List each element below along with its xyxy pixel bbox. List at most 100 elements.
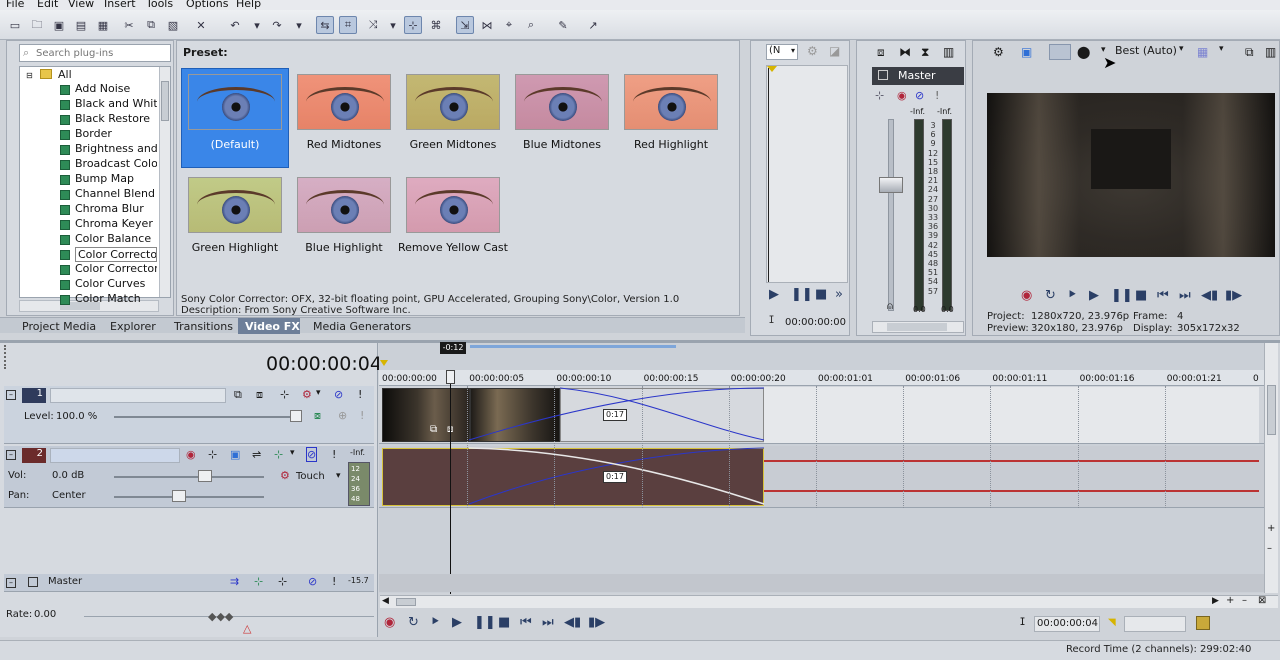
mixer-downmix-icon[interactable]: ⧗ <box>921 45 929 60</box>
scroll-right-icon[interactable]: ▶ <box>1212 596 1219 606</box>
delete-icon[interactable]: ✕ <box>192 16 210 34</box>
mixer-fx-icon[interactable]: ⧓ <box>899 45 911 59</box>
pause-icon[interactable]: ❚❚ <box>474 615 496 630</box>
preset-thumbnail[interactable] <box>406 177 500 233</box>
zoom-out-time-icon[interactable]: – <box>1242 595 1247 606</box>
video-mute-icon[interactable]: ⊘ <box>334 388 343 401</box>
automation-gear-icon[interactable]: ⚙ <box>280 469 290 482</box>
preset-thumbnail[interactable] <box>515 74 609 130</box>
chevron-down-icon[interactable]: ▾ <box>336 471 341 481</box>
mixer-meters-icon[interactable]: ▥ <box>943 45 954 59</box>
master-fader-handle[interactable] <box>879 177 903 193</box>
preset-thumbnail[interactable] <box>297 177 391 233</box>
play-icon[interactable]: ▶ <box>769 287 779 302</box>
pan-slider-handle[interactable] <box>172 490 186 502</box>
preset-thumbnail[interactable] <box>624 74 718 130</box>
mixer-hscrollbar[interactable] <box>872 321 964 333</box>
save-icon[interactable]: ▣ <box>50 16 68 34</box>
copy-icon[interactable]: ⧉ <box>142 16 160 34</box>
preview-device-icon[interactable]: ▣ <box>1021 45 1032 59</box>
video-solo-icon[interactable]: ! <box>358 388 362 401</box>
go-to-end-icon[interactable]: ⏭ <box>1179 288 1191 303</box>
master-fader-track[interactable] <box>888 119 894 311</box>
play-from-start-icon[interactable]: ⯈ <box>1067 288 1077 303</box>
snapping-icon[interactable]: ⊹ <box>404 16 422 34</box>
mixer-scroll-thumb[interactable] <box>887 323 947 331</box>
arm-record-icon[interactable]: ◉ <box>186 448 196 461</box>
plugin-tree-item[interactable]: Border <box>75 127 112 142</box>
mixer-insert-icon[interactable]: ⧈ <box>877 45 885 60</box>
track-expand-icon[interactable]: ! <box>360 409 364 422</box>
track-fx-icon[interactable]: ⧈ <box>256 388 263 402</box>
preview-window-icon[interactable]: ⧉ <box>1245 45 1254 60</box>
plugin-search-input[interactable] <box>36 46 166 60</box>
play-icon[interactable]: ▶ <box>1089 288 1099 303</box>
track-bypass-icon[interactable]: ⊕ <box>338 409 347 422</box>
prev-frame-icon[interactable]: ◀▮ <box>1201 288 1218 303</box>
cut-icon[interactable]: ✂ <box>120 16 138 34</box>
tree-root-all[interactable]: All <box>58 68 72 81</box>
paste-icon[interactable]: ▧ <box>164 16 182 34</box>
audio-track-name-field[interactable] <box>50 448 180 463</box>
preview-options-icon[interactable]: ▥ <box>1265 45 1276 59</box>
preset-label[interactable]: Red Highlight <box>616 138 726 151</box>
track-collapse-icon[interactable]: – <box>6 390 16 400</box>
audio-track-header[interactable]: – 2 ◉ ⊹ ▣ ⇌ ⊹ ▾ ⊘ ! -Inf. Vol: 0.0 dB ⚙ … <box>4 446 374 508</box>
plugin-tree-item[interactable]: Color Curves <box>75 277 145 292</box>
master-envelope-icon[interactable]: ⊹ <box>278 575 287 588</box>
menu-options[interactable]: Options <box>186 0 228 10</box>
plugin-tree-item[interactable]: Bump Map <box>75 172 134 187</box>
plugin-tree-item[interactable]: Color Corrector (S <box>75 262 157 277</box>
pause-icon[interactable]: ❚❚ <box>1111 288 1133 303</box>
tab-media-generators[interactable]: Media Generators <box>313 320 411 333</box>
open-folder-icon[interactable]: 🗀 <box>28 16 46 34</box>
tree-expand-icon[interactable]: ⊟ <box>26 71 33 80</box>
preview-properties-icon[interactable]: ⚙ <box>993 45 1004 59</box>
envelope-tool-icon[interactable]: ⋈ <box>478 16 496 34</box>
loop-icon[interactable]: ↻ <box>408 615 419 630</box>
plugin-tree-item[interactable]: Add Noise <box>75 82 130 97</box>
lock-icon[interactable]: ⌘ <box>427 16 445 34</box>
master-track-header[interactable]: – Master ⇉ ⊹ ⊹ ⊘ ! -15.7 <box>4 574 374 592</box>
preset-label[interactable]: Blue Highlight <box>289 241 399 254</box>
rate-slider-handle[interactable]: ◆◆◆ <box>208 610 233 623</box>
normal-edit-tool-icon[interactable]: ⇲ <box>456 16 474 34</box>
bus-mute-icon[interactable]: ⊘ <box>915 89 924 102</box>
plugin-tree-item[interactable]: Color Balance <box>75 232 151 247</box>
zoom-out-icon[interactable]: – <box>1267 543 1272 554</box>
audio-automation-icon[interactable]: ⊹ <box>274 448 283 461</box>
properties-icon[interactable]: ▦ <box>94 16 112 34</box>
level-slider-handle[interactable] <box>290 410 302 422</box>
preset-label[interactable]: Green Midtones <box>398 138 508 151</box>
audio-inserts-icon[interactable]: ▣ <box>230 448 240 461</box>
preset-label[interactable]: Remove Yellow Cast <box>398 241 508 254</box>
play-icon[interactable]: ▶ <box>452 615 462 630</box>
track-level-icon[interactable]: ⧇ <box>314 409 321 423</box>
hscroll-thumb[interactable] <box>396 598 416 606</box>
loop-icon[interactable]: ↻ <box>1045 288 1056 303</box>
undo-dropdown-icon[interactable]: ▾ <box>248 16 266 34</box>
fader-lock-icon[interactable]: ⍝ <box>887 301 893 312</box>
transport-timecode[interactable]: 00:00:00:04 <box>1034 616 1100 632</box>
preset-thumbnail[interactable] <box>188 177 282 233</box>
zoom-fit-icon[interactable]: ⊠ <box>1258 595 1266 606</box>
audio-mute-icon[interactable]: ⊘ <box>306 447 318 462</box>
undo-icon[interactable]: ↶ <box>226 16 244 34</box>
split-screen-icon[interactable] <box>1049 44 1071 60</box>
audio-fade-out-curve[interactable] <box>468 447 765 505</box>
go-to-start-icon[interactable]: ⏮ <box>1157 288 1169 303</box>
loop-region-bar[interactable] <box>470 345 676 348</box>
vol-slider-track[interactable] <box>114 476 264 478</box>
plugin-tree-item[interactable]: Brightness and Co <box>75 142 157 157</box>
plugin-tree-scrollbar[interactable] <box>159 67 170 297</box>
zoom-in-time-icon[interactable]: + <box>1226 595 1234 606</box>
level-slider-track[interactable] <box>114 416 302 418</box>
pan-slider-track[interactable] <box>114 496 264 498</box>
pause-icon[interactable]: ❚❚ <box>791 287 813 302</box>
track-collapse-icon[interactable]: – <box>6 578 16 588</box>
record-icon[interactable]: ◉ <box>384 615 395 630</box>
plugin-tree-item[interactable]: Broadcast Colors <box>75 157 157 172</box>
plugin-search-field[interactable]: ⌕ <box>19 44 171 62</box>
scrollbar-thumb[interactable] <box>161 81 169 121</box>
overlays-icon[interactable]: ⬤ <box>1077 45 1090 59</box>
